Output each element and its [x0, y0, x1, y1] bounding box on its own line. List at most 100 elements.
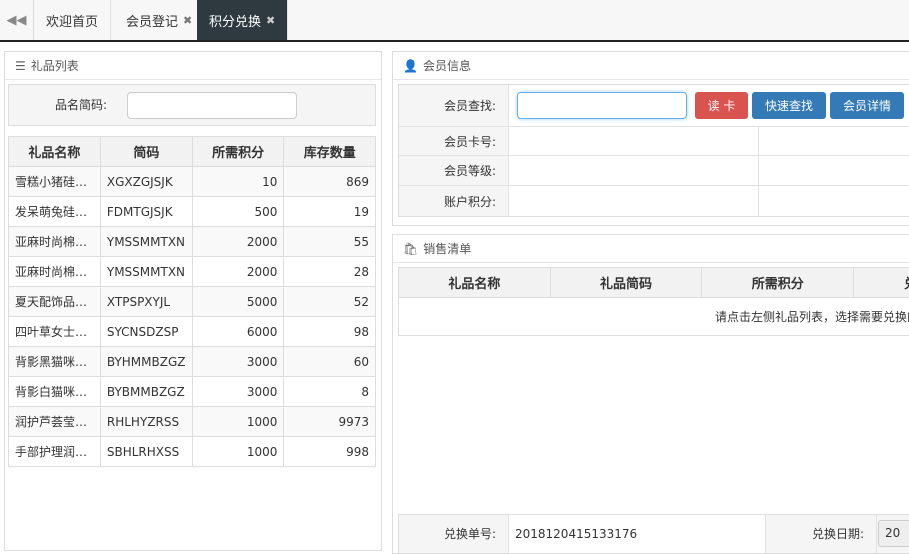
- card-no-label: 会员卡号:: [399, 127, 509, 155]
- table-row[interactable]: 夏天配饰品…XTPSPXYJL500052: [9, 287, 376, 317]
- table-row[interactable]: 手部护理润…SBHLRHXSS1000998: [9, 437, 376, 467]
- list-icon: ☰: [15, 59, 26, 73]
- read-card-button[interactable]: 读 卡: [695, 92, 748, 119]
- card-no-extra: [759, 127, 909, 155]
- table-header-row: 礼品名称 礼品简码 所需积分 兑: [399, 268, 909, 298]
- points-label: 账户积分:: [399, 186, 509, 216]
- member-search-row: 会员查找: 读 卡 快速查找 会员详情: [399, 85, 909, 127]
- gift-code-cell: BYBMMBZGZ: [100, 377, 192, 407]
- stock-cell: 98: [284, 317, 376, 347]
- stock-cell: 60: [284, 347, 376, 377]
- panel-header: 🛍 销售清单: [393, 235, 909, 263]
- stock-cell: 8: [284, 377, 376, 407]
- member-search-input[interactable]: [517, 92, 687, 119]
- gift-code-cell: SYCNSDZSP: [100, 317, 192, 347]
- tab-scroll-left-button[interactable]: ◀◀: [0, 0, 34, 40]
- table-row[interactable]: 发呆萌兔硅…FDMTGJSJK50019: [9, 197, 376, 227]
- table-header-row: 礼品名称 简码 所需积分 库存数量: [9, 137, 376, 167]
- points-required-cell: 3000: [192, 377, 284, 407]
- member-points-row: 账户积分:: [399, 186, 909, 216]
- gift-name-cell: 背影白猫咪…: [9, 377, 101, 407]
- gift-name-cell: 润护芦荟莹…: [9, 407, 101, 437]
- column-header[interactable]: 礼品名称: [9, 137, 101, 167]
- column-header[interactable]: 兑: [854, 268, 909, 298]
- gift-search-row: 品名简码:: [8, 84, 376, 126]
- column-header[interactable]: 所需积分: [192, 137, 284, 167]
- search-label: 品名简码:: [9, 85, 113, 125]
- table-row[interactable]: 背影黑猫咪…BYHMMBZGZ300060: [9, 347, 376, 377]
- gift-name-cell: 亚麻时尚棉…: [9, 257, 101, 287]
- shopping-bag-icon: 🛍: [403, 242, 418, 256]
- points-required-cell: 1000: [192, 407, 284, 437]
- panel-header: ☰ 礼品列表: [5, 52, 381, 80]
- gift-code-cell: XGXZGJSJK: [100, 167, 192, 197]
- quick-find-button[interactable]: 快速查找: [752, 92, 826, 119]
- gift-name-cell: 亚麻时尚棉…: [9, 227, 101, 257]
- table-row[interactable]: 雪糕小猪硅…XGXZGJSJK10869: [9, 167, 376, 197]
- points-required-cell: 10: [192, 167, 284, 197]
- points-required-cell: 6000: [192, 317, 284, 347]
- level-label: 会员等级:: [399, 156, 509, 185]
- tab-member-register[interactable]: 会员登记 ✖: [114, 0, 205, 40]
- table-row[interactable]: 四叶草女士…SYCNSDZSP600098: [9, 317, 376, 347]
- gift-code-cell: SBHLRHXSS: [100, 437, 192, 467]
- column-header[interactable]: 所需积分: [702, 268, 854, 298]
- stock-cell: 869: [284, 167, 376, 197]
- tab-label: 积分兑换: [209, 11, 261, 30]
- gift-name-cell: 夏天配饰品…: [9, 287, 101, 317]
- close-icon[interactable]: ✖: [183, 14, 192, 27]
- tab-points-exchange[interactable]: 积分兑换 ✖: [197, 0, 288, 40]
- tab-label: 会员登记: [126, 11, 178, 30]
- card-no-value: [509, 127, 759, 155]
- gift-table: 礼品名称 简码 所需积分 库存数量 雪糕小猪硅…XGXZGJSJK10869发呆…: [8, 136, 376, 467]
- table-row[interactable]: 亚麻时尚棉…YMSSMMTXN200028: [9, 257, 376, 287]
- table-row[interactable]: 润护芦荟莹…RHLHYZRSS10009973: [9, 407, 376, 437]
- panel-header: 👤 会员信息: [393, 52, 909, 80]
- table-row[interactable]: 亚麻时尚棉…YMSSMMTXN200055: [9, 227, 376, 257]
- order-info-row: 兑换单号: 2018120415133176 兑换日期: 20: [398, 514, 909, 554]
- points-extra: [759, 186, 909, 216]
- close-icon[interactable]: ✖: [266, 14, 275, 27]
- order-date-field[interactable]: 20: [878, 520, 909, 547]
- stock-cell: 998: [284, 437, 376, 467]
- tab-bar: ◀◀ 欢迎首页 会员登记 ✖ 积分兑换 ✖: [0, 0, 909, 42]
- stock-cell: 55: [284, 227, 376, 257]
- panel-title: 销售清单: [423, 240, 471, 257]
- order-no-label: 兑换单号:: [399, 515, 509, 553]
- tab-welcome[interactable]: 欢迎首页: [34, 0, 111, 40]
- member-search-label: 会员查找:: [399, 85, 509, 126]
- points-required-cell: 3000: [192, 347, 284, 377]
- stock-cell: 28: [284, 257, 376, 287]
- gift-name-cell: 手部护理润…: [9, 437, 101, 467]
- member-level-row: 会员等级:: [399, 156, 909, 186]
- column-header[interactable]: 礼品名称: [399, 268, 551, 298]
- gift-code-search-input[interactable]: [127, 92, 297, 119]
- member-info-form: 会员查找: 读 卡 快速查找 会员详情 会员卡号: 会员等级: 账户积分:: [398, 84, 909, 217]
- points-required-cell: 2000: [192, 227, 284, 257]
- gift-code-cell: FDMTGJSJK: [100, 197, 192, 227]
- gift-name-cell: 发呆萌兔硅…: [9, 197, 101, 227]
- panel-title: 礼品列表: [31, 57, 79, 74]
- gift-name-cell: 雪糕小猪硅…: [9, 167, 101, 197]
- column-header[interactable]: 简码: [100, 137, 192, 167]
- sales-table: 礼品名称 礼品简码 所需积分 兑: [398, 267, 909, 298]
- stock-cell: 52: [284, 287, 376, 317]
- table-row[interactable]: 背影白猫咪…BYBMMBZGZ30008: [9, 377, 376, 407]
- points-value: [509, 186, 759, 216]
- points-required-cell: 2000: [192, 257, 284, 287]
- gift-code-cell: YMSSMMTXN: [100, 257, 192, 287]
- user-icon: 👤: [403, 59, 418, 73]
- points-required-cell: 1000: [192, 437, 284, 467]
- stock-cell: 9973: [284, 407, 376, 437]
- gift-code-cell: XTPSPXYJL: [100, 287, 192, 317]
- empty-hint: 请点击左侧礼品列表，选择需要兑换的: [398, 298, 909, 336]
- member-detail-button[interactable]: 会员详情: [830, 92, 904, 119]
- double-chevron-left-icon: ◀◀: [7, 13, 27, 28]
- order-no-value: 2018120415133176: [509, 515, 766, 553]
- points-required-cell: 500: [192, 197, 284, 227]
- member-card-row: 会员卡号:: [399, 127, 909, 156]
- column-header[interactable]: 礼品简码: [550, 268, 702, 298]
- column-header[interactable]: 库存数量: [284, 137, 376, 167]
- order-date-label: 兑换日期:: [767, 515, 877, 553]
- gift-code-cell: BYHMMBZGZ: [100, 347, 192, 377]
